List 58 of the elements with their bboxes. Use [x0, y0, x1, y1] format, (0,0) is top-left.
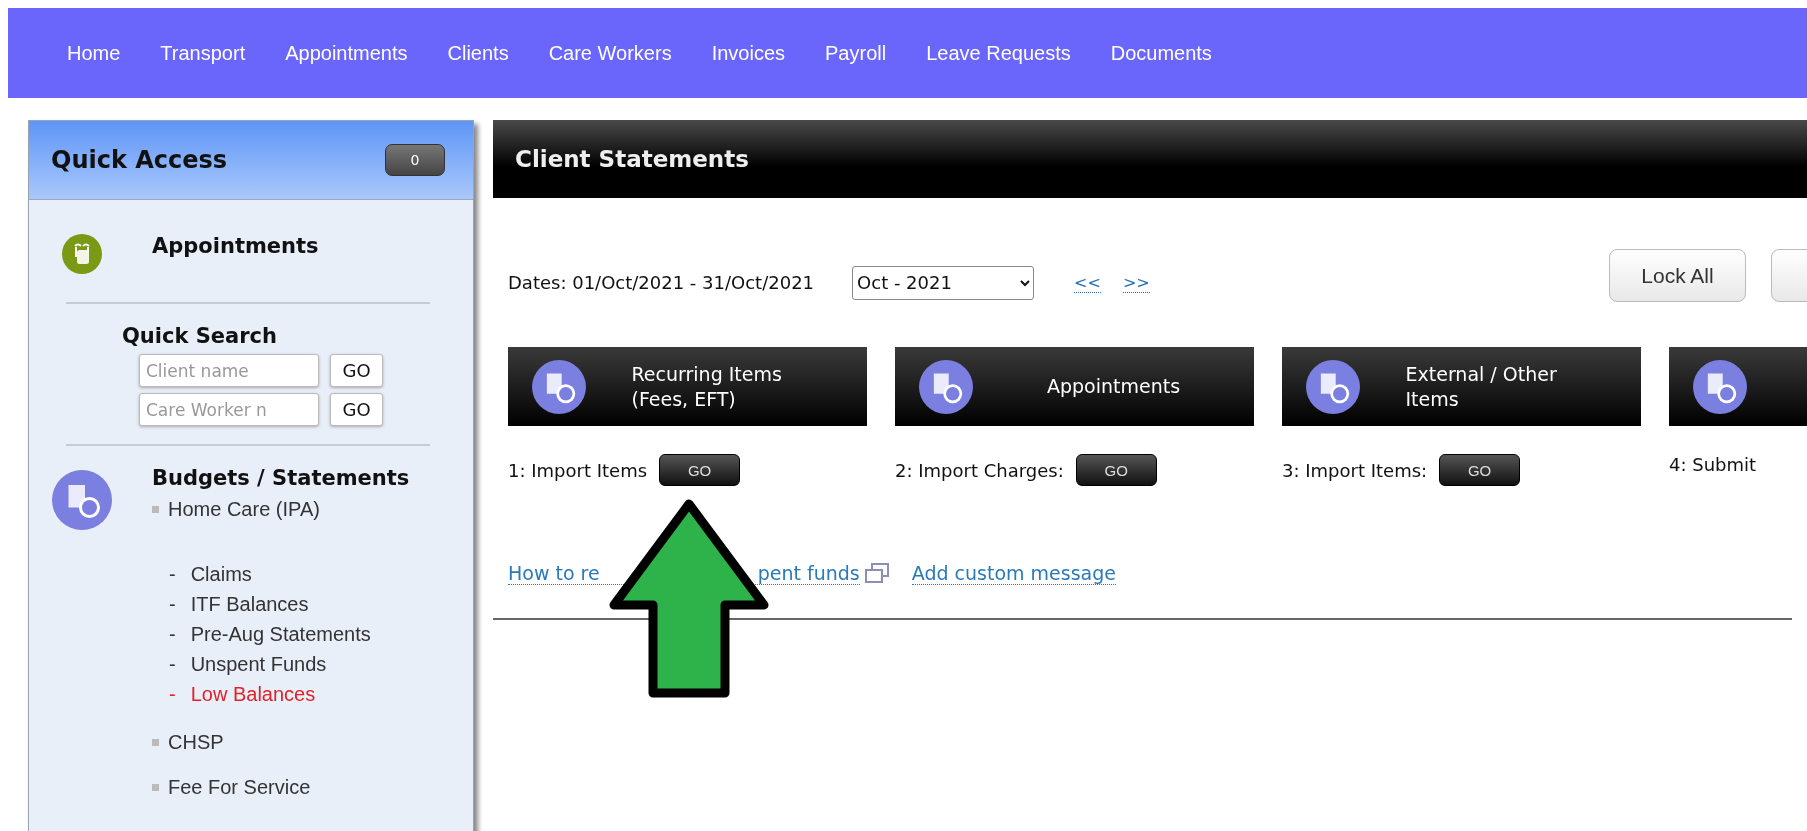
step-label: 3: Import Items: — [1282, 459, 1428, 481]
card-title: Recurring Items (Fees, EFT) — [631, 361, 783, 412]
step-label: 1: Import Items — [508, 459, 648, 481]
card-title: External / Other Items — [1405, 361, 1558, 412]
dash-icon: - — [169, 682, 176, 706]
sidebar-link[interactable]: Low Balances — [190, 682, 316, 706]
sidebar-title: Quick Access — [51, 146, 228, 174]
sidebar-link[interactable]: Home Care (IPA) — [168, 498, 320, 521]
sidebar-link[interactable]: Pre-Aug Statements — [190, 622, 371, 646]
go-button[interactable]: GO — [330, 354, 383, 387]
count-badge: 0 — [385, 144, 445, 176]
sidebar-link[interactable]: Appointments — [152, 234, 473, 258]
sidebar-link[interactable]: ITF Balances — [190, 592, 309, 616]
document-dollar-icon — [532, 359, 586, 414]
nav-link[interactable]: Payroll — [825, 41, 887, 65]
new-window-icon — [863, 562, 890, 584]
next-link[interactable]: >> — [1122, 272, 1150, 293]
sidebar-link[interactable]: CHSP — [168, 731, 224, 754]
bullet-icon — [152, 739, 159, 746]
nav-link[interactable]: Appointments — [285, 41, 408, 65]
custom-message-link[interactable]: Add custom message — [911, 561, 1116, 585]
previous-link[interactable]: << — [1074, 272, 1101, 293]
go-button[interactable]: GO — [1439, 454, 1521, 486]
document-dollar-icon — [1693, 359, 1747, 414]
go-button[interactable]: GO — [659, 454, 741, 486]
go-button[interactable]: GO — [330, 393, 383, 426]
step-label: 2: Import Charges: — [895, 459, 1064, 481]
dash-icon: - — [169, 562, 176, 586]
nav-link[interactable]: Documents — [1110, 41, 1212, 65]
document-dollar-icon — [919, 359, 973, 414]
document-dollar-icon — [1306, 359, 1360, 414]
bullet-icon — [152, 506, 159, 513]
section-title: Quick Search — [122, 324, 279, 348]
sidebar-link[interactable]: Claims — [190, 562, 252, 586]
search-field[interactable]: Client name — [139, 354, 319, 387]
go-button[interactable]: GO — [1075, 454, 1157, 486]
nav-link[interactable]: Leave Requests — [926, 41, 1071, 65]
nav-link[interactable]: Home — [67, 41, 121, 65]
bullet-icon — [152, 784, 159, 791]
nav-link[interactable]: Transport — [160, 41, 246, 65]
dash-icon: - — [169, 652, 176, 676]
phone-icon — [62, 234, 102, 274]
step-label: 4: Submit — [1669, 454, 1757, 475]
nav-link[interactable]: Clients — [447, 41, 509, 65]
date-range: Dates: 01/Oct/2021 - 31/Oct/2021 — [508, 272, 815, 293]
sidebar-link[interactable]: Fee For Service — [168, 776, 311, 799]
card-title: Appointments — [1046, 374, 1181, 399]
panel-title: Client Statements — [515, 146, 749, 172]
dash-icon: - — [169, 622, 176, 646]
lock-button[interactable]: Lock All — [1609, 249, 1746, 302]
month-select[interactable]: Oct - 2021 — [852, 265, 1035, 300]
sidebar-link[interactable]: Unspent Funds — [190, 652, 327, 676]
search-field[interactable]: Care Worker n — [139, 393, 319, 426]
nav-link[interactable]: Invoices — [711, 41, 785, 65]
section-title: Budgets / Statements — [152, 466, 410, 490]
document-dollar-icon — [52, 470, 112, 530]
dash-icon: - — [169, 592, 176, 616]
nav-link[interactable]: Care Workers — [548, 41, 672, 65]
